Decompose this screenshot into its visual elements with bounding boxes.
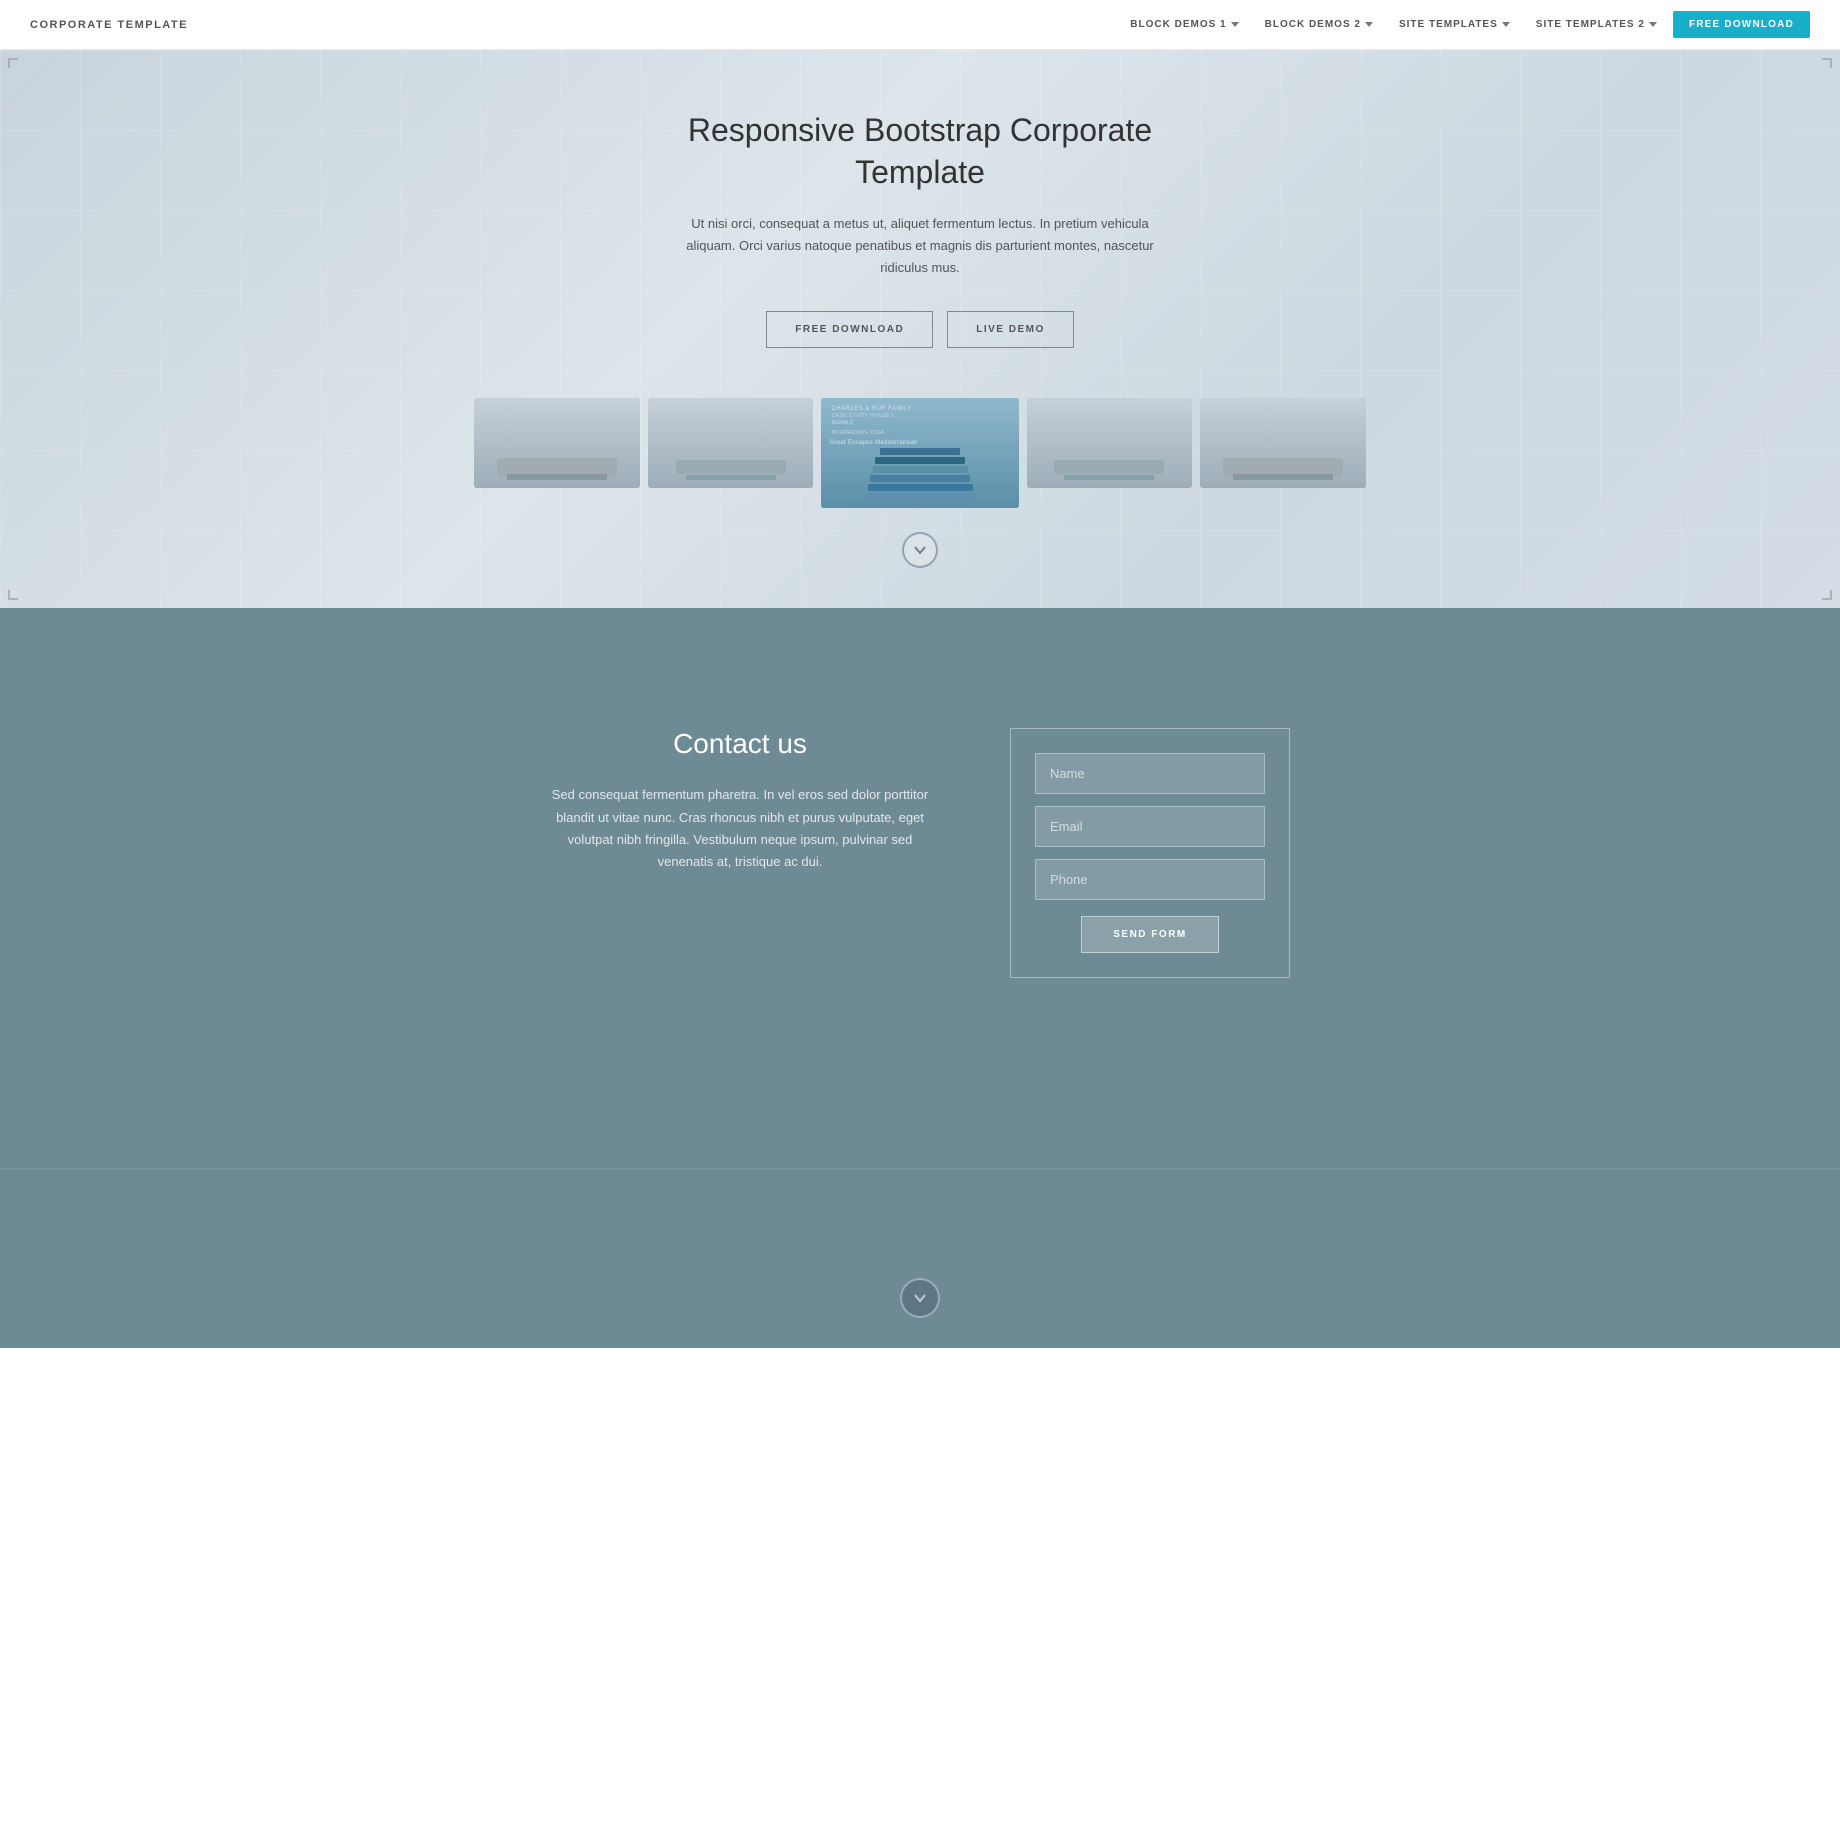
phone-input[interactable] xyxy=(1035,859,1265,900)
thumbnail-3 xyxy=(1027,398,1193,488)
hero-section: Responsive Bootstrap Corporate Template … xyxy=(0,50,1840,608)
hero-content: Responsive Bootstrap Corporate Template … xyxy=(620,110,1220,388)
thumbnail-books: CHARLES & RUF FAMILY CASE STUDY HOUSES B… xyxy=(821,398,1018,508)
hero-thumbnails: CHARLES & RUF FAMILY CASE STUDY HOUSES B… xyxy=(470,398,1370,508)
corner-handle-br xyxy=(1822,590,1832,600)
bottom-section xyxy=(0,1168,1840,1348)
navbar-nav: BLOCK DEMOS 1 BLOCK DEMOS 2 SITE TEMPLAT… xyxy=(1120,11,1810,38)
caret-icon xyxy=(1649,22,1657,27)
thumbnail-1 xyxy=(474,398,640,488)
corner-handle-tr xyxy=(1822,58,1832,68)
corner-handle-tl xyxy=(8,58,18,68)
nav-item-site-templates-2[interactable]: SITE TEMPLATES 2 xyxy=(1526,13,1667,36)
email-input[interactable] xyxy=(1035,806,1265,847)
nav-download-button[interactable]: FREE DOWNLOAD xyxy=(1673,11,1810,38)
nav-link-site-templates-2[interactable]: SITE TEMPLATES 2 xyxy=(1526,13,1667,36)
thumbnail-4 xyxy=(1200,398,1366,488)
contact-section: Contact us Sed consequat fermentum phare… xyxy=(0,608,1840,1168)
navbar: CORPORATE TEMPLATE BLOCK DEMOS 1 BLOCK D… xyxy=(0,0,1840,50)
contact-title: Contact us xyxy=(550,728,930,760)
nav-link-block-demos-2[interactable]: BLOCK DEMOS 2 xyxy=(1255,13,1383,36)
chevron-down-icon-dark xyxy=(913,1291,927,1305)
hero-buttons: FREE DOWNLOAD LIVE DEMO xyxy=(620,311,1220,348)
nav-item-block-demos-1[interactable]: BLOCK DEMOS 1 xyxy=(1120,13,1248,36)
caret-icon xyxy=(1502,22,1510,27)
hero-download-button[interactable]: FREE DOWNLOAD xyxy=(766,311,933,348)
name-input[interactable] xyxy=(1035,753,1265,794)
caret-icon xyxy=(1365,22,1373,27)
hero-description: Ut nisi orci, consequat a metus ut, aliq… xyxy=(670,213,1170,279)
caret-icon xyxy=(1231,22,1239,27)
contact-description: Sed consequat fermentum pharetra. In vel… xyxy=(550,784,930,872)
contact-form: SEND FORM xyxy=(1010,728,1290,978)
chevron-down-icon xyxy=(913,543,927,557)
send-form-button[interactable]: SEND FORM xyxy=(1081,916,1219,953)
hero-demo-button[interactable]: LIVE DEMO xyxy=(947,311,1074,348)
nav-item-site-templates[interactable]: SITE TEMPLATES xyxy=(1389,13,1520,36)
nav-link-block-demos-1[interactable]: BLOCK DEMOS 1 xyxy=(1120,13,1248,36)
bottom-scroll-arrow[interactable] xyxy=(900,1278,940,1318)
nav-link-site-templates[interactable]: SITE TEMPLATES xyxy=(1389,13,1520,36)
corner-handle-bl xyxy=(8,590,18,600)
thumbnail-2 xyxy=(648,398,814,488)
nav-item-block-demos-2[interactable]: BLOCK DEMOS 2 xyxy=(1255,13,1383,36)
nav-item-cta[interactable]: FREE DOWNLOAD xyxy=(1673,11,1810,38)
navbar-brand: CORPORATE TEMPLATE xyxy=(30,19,188,31)
hero-title: Responsive Bootstrap Corporate Template xyxy=(620,110,1220,193)
contact-left-content: Contact us Sed consequat fermentum phare… xyxy=(550,728,930,872)
